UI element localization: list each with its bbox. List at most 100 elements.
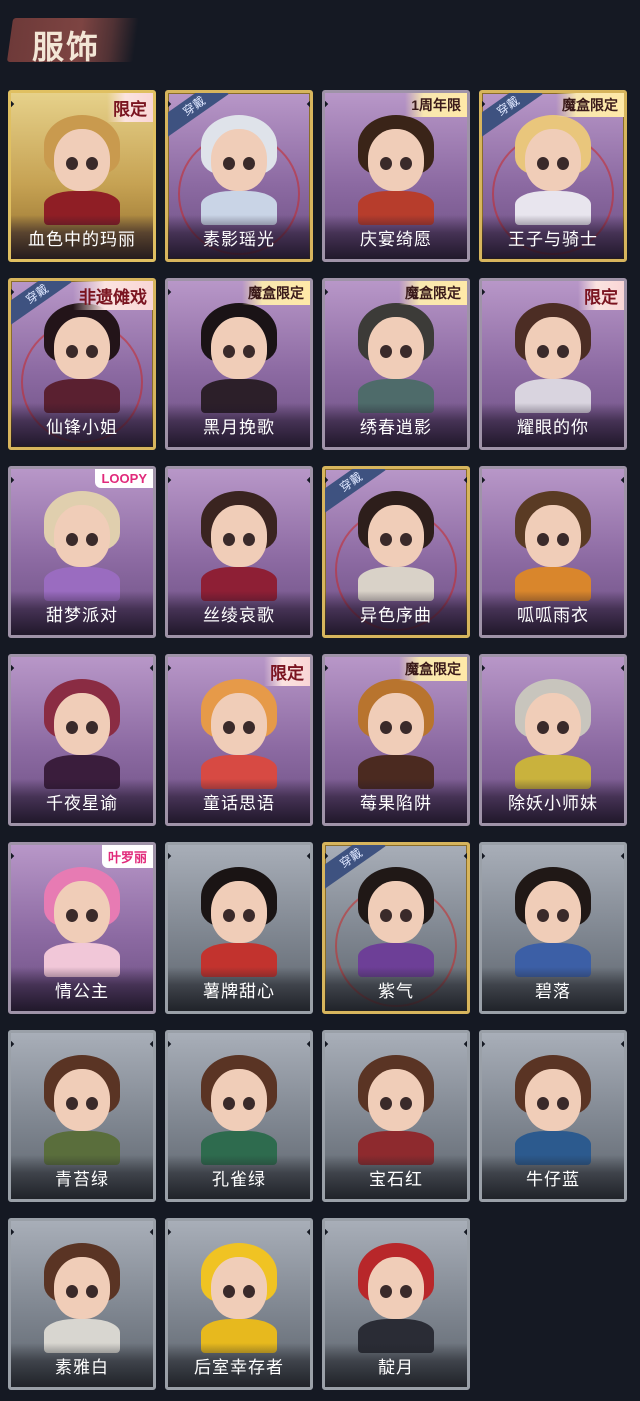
character-portrait [193, 1235, 285, 1353]
costume-name: 绣春逍影 [325, 403, 467, 447]
portrait-face [211, 1069, 267, 1131]
character-portrait [350, 859, 442, 977]
portrait-face [368, 1069, 424, 1131]
costume-card[interactable]: 叶罗丽 情公主 [8, 842, 156, 1014]
costume-card[interactable]: 限定 血色中的玛丽 [8, 90, 156, 262]
portrait-eye [537, 721, 549, 734]
costume-card[interactable]: 限定 耀眼的你 [479, 278, 627, 450]
card-notch [11, 99, 15, 109]
costume-card[interactable]: 呱呱雨衣 [479, 466, 627, 638]
portrait-face [54, 693, 110, 755]
portrait-face [54, 1069, 110, 1131]
card-notch [306, 99, 310, 109]
costume-card[interactable]: 千夜星谕 [8, 654, 156, 826]
portrait-eye [557, 721, 569, 734]
card-notch [325, 99, 329, 109]
card-notch [482, 663, 486, 673]
costume-badge: 限定 [578, 281, 624, 310]
costume-card[interactable]: 1周年限 庆宴绮愿 [322, 90, 470, 262]
costume-name: 牛仔蓝 [482, 1155, 624, 1199]
portrait-eye [537, 1097, 549, 1110]
portrait-eye [86, 909, 98, 922]
costume-badge: LOOPY [95, 469, 153, 488]
portrait-eye [66, 533, 78, 546]
card-notch [11, 851, 15, 861]
costume-card[interactable]: 靛月 [322, 1218, 470, 1390]
portrait-face [211, 505, 267, 567]
costume-card[interactable]: 孔雀绿 [165, 1030, 313, 1202]
card-notch [325, 851, 329, 861]
portrait-eye [537, 909, 549, 922]
character-portrait [36, 295, 128, 413]
costume-card[interactable]: 穿戴 紫气 [322, 842, 470, 1014]
costume-card[interactable]: 限定 童话思语 [165, 654, 313, 826]
card-notch [482, 1039, 486, 1049]
costume-card[interactable]: 薯牌甜心 [165, 842, 313, 1014]
card-notch [11, 287, 15, 297]
character-portrait [350, 483, 442, 601]
costume-badge: 限定 [264, 657, 310, 686]
portrait-face [525, 881, 581, 943]
character-portrait [36, 1235, 128, 1353]
costume-card[interactable]: 穿戴 异色序曲 [322, 466, 470, 638]
card-notch [463, 1227, 467, 1237]
costume-badge: 限定 [107, 93, 153, 122]
character-portrait [36, 671, 128, 789]
portrait-eye [223, 345, 235, 358]
costume-card[interactable]: 宝石红 [322, 1030, 470, 1202]
portrait-eye [66, 1097, 78, 1110]
costume-card[interactable]: 牛仔蓝 [479, 1030, 627, 1202]
character-portrait [193, 483, 285, 601]
portrait-face [211, 317, 267, 379]
card-notch [149, 1227, 153, 1237]
card-notch [463, 1039, 467, 1049]
costume-badge: 魔盒限定 [399, 281, 467, 305]
costume-name: 靛月 [325, 1343, 467, 1387]
costume-card[interactable]: 丝绫哀歌 [165, 466, 313, 638]
character-portrait [507, 1047, 599, 1165]
portrait-eye [557, 157, 569, 170]
card-notch [482, 851, 486, 861]
costume-card[interactable]: 魔盒限定 黑月挽歌 [165, 278, 313, 450]
portrait-eye [380, 909, 392, 922]
portrait-eye [380, 1097, 392, 1110]
portrait-eye [243, 345, 255, 358]
portrait-eye [557, 1097, 569, 1110]
portrait-eye [86, 345, 98, 358]
portrait-eye [537, 533, 549, 546]
costume-card[interactable]: 后室幸存者 [165, 1218, 313, 1390]
portrait-eye [66, 1285, 78, 1298]
portrait-face [368, 1257, 424, 1319]
costume-card[interactable]: 除妖小师妹 [479, 654, 627, 826]
costume-card[interactable]: LOOPY 甜梦派对 [8, 466, 156, 638]
portrait-eye [243, 157, 255, 170]
costume-name: 异色序曲 [325, 591, 467, 635]
card-notch [306, 475, 310, 485]
portrait-face [525, 505, 581, 567]
card-notch [325, 663, 329, 673]
costume-card[interactable]: 魔盒限定绣春逍影 [322, 278, 470, 450]
costume-card[interactable]: 素雅白 [8, 1218, 156, 1390]
portrait-eye [400, 345, 412, 358]
portrait-eye [243, 1097, 255, 1110]
portrait-eye [223, 721, 235, 734]
costume-card[interactable]: 非遗傩戏 穿戴 仙锋小姐 [8, 278, 156, 450]
portrait-eye [243, 721, 255, 734]
portrait-eye [400, 533, 412, 546]
card-notch [482, 475, 486, 485]
character-portrait [36, 859, 128, 977]
portrait-face [525, 693, 581, 755]
character-portrait [507, 859, 599, 977]
costume-badge: 魔盒限定 [556, 93, 624, 117]
costume-card[interactable]: 魔盒限定 莓果陷阱 [322, 654, 470, 826]
costume-card[interactable]: 魔盒限定 穿戴 王子与骑士 [479, 90, 627, 262]
costume-card[interactable]: 碧落 [479, 842, 627, 1014]
card-notch [168, 475, 172, 485]
costume-card[interactable]: 青苔绿 [8, 1030, 156, 1202]
costume-badge: 魔盒限定 [399, 657, 467, 681]
portrait-eye [537, 157, 549, 170]
card-notch [482, 287, 486, 297]
costume-card[interactable]: 穿戴 素影瑶光 [165, 90, 313, 262]
card-notch [306, 851, 310, 861]
card-notch [620, 1039, 624, 1049]
